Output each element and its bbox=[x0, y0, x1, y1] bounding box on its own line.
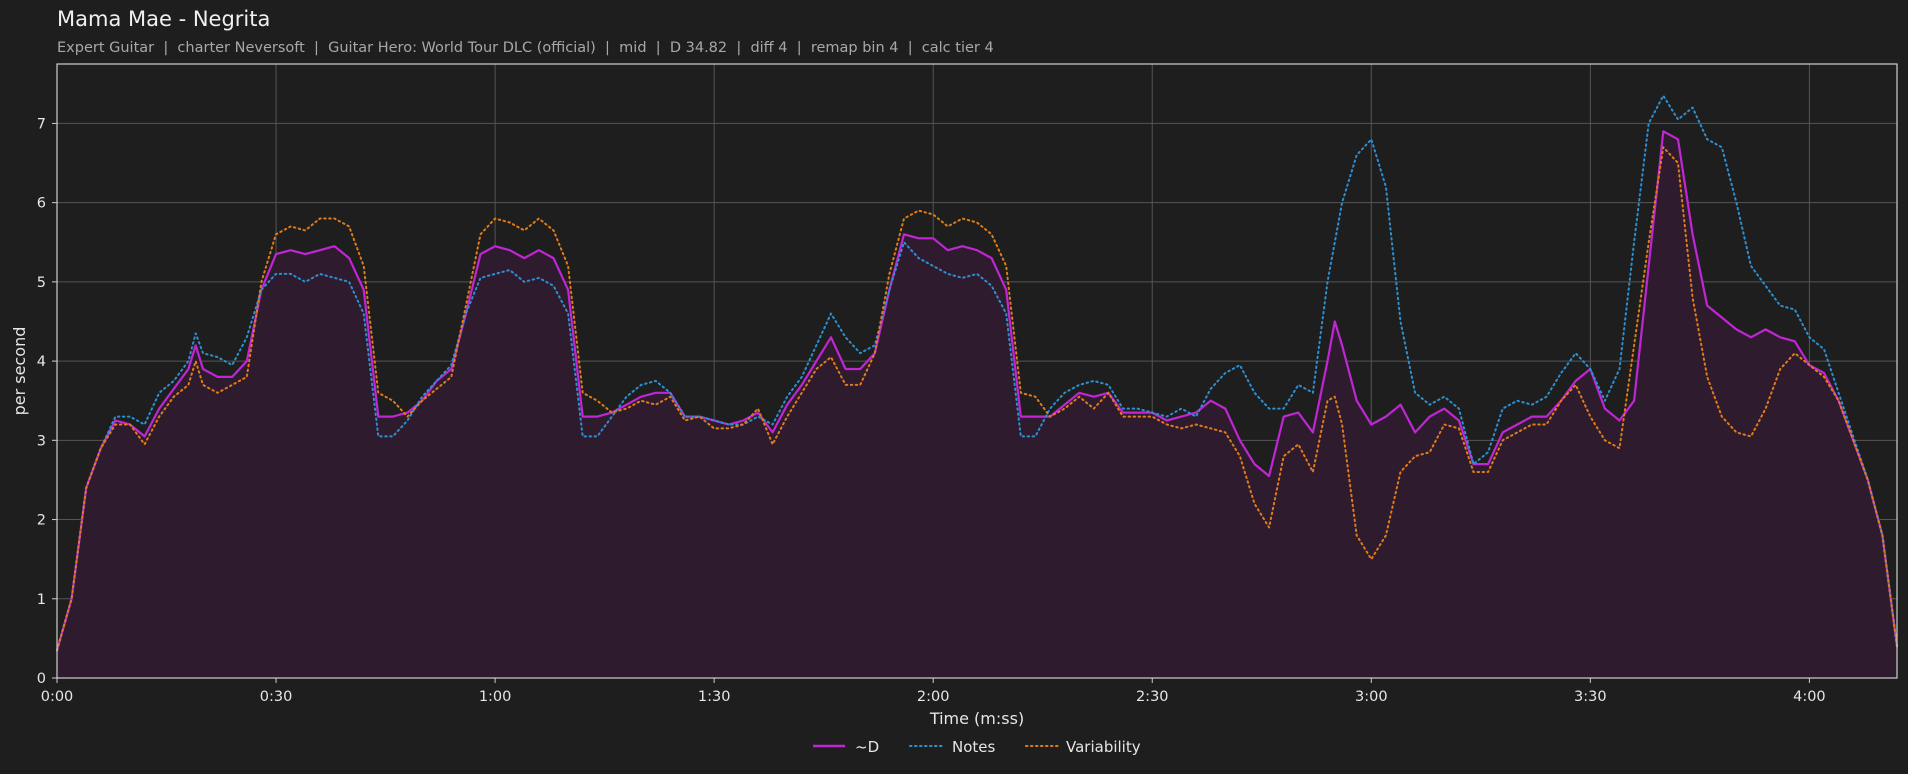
legend-label: ~D bbox=[855, 738, 879, 756]
area-fill bbox=[57, 131, 1897, 679]
y-tick-label: 3 bbox=[37, 433, 46, 449]
y-tick-label: 0 bbox=[37, 671, 46, 687]
y-tick-label: 4 bbox=[37, 354, 46, 370]
y-tick-label: 1 bbox=[37, 592, 46, 608]
x-tick-label: 2:30 bbox=[1136, 689, 1169, 705]
x-tick-label: 4:00 bbox=[1793, 689, 1826, 705]
y-tick-label: 7 bbox=[37, 116, 46, 132]
x-axis-label: Time (m:ss) bbox=[929, 709, 1024, 728]
x-tick-label: 1:30 bbox=[698, 689, 731, 705]
d-series-area bbox=[57, 131, 1897, 679]
line-chart: 0:00 0:30 1:00 1:30 2:00 2:30 3:00 3:30 4:00 0 1 2… bbox=[10, 63, 1899, 756]
x-tick-label: 0:30 bbox=[260, 689, 293, 705]
legend-label: Variability bbox=[1066, 738, 1141, 756]
y-axis-label: per second bbox=[10, 327, 29, 416]
x-tick-label: 0:00 bbox=[41, 689, 74, 705]
y-axis-ticks: 0 1 2 3 4 5 6 7 bbox=[37, 116, 57, 687]
x-tick-label: 2:00 bbox=[917, 689, 950, 705]
y-tick-label: 2 bbox=[37, 513, 46, 529]
x-tick-label: 3:30 bbox=[1574, 689, 1607, 705]
legend-label: Notes bbox=[952, 738, 996, 756]
y-tick-label: 5 bbox=[37, 275, 46, 291]
x-tick-label: 3:00 bbox=[1355, 689, 1388, 705]
x-tick-label: 1:00 bbox=[479, 689, 512, 705]
x-axis-ticks: 0:00 0:30 1:00 1:30 2:00 2:30 3:00 3:30 4:00 bbox=[41, 678, 1826, 705]
y-tick-label: 6 bbox=[37, 196, 46, 212]
legend: ~D Notes Variability bbox=[813, 738, 1141, 756]
